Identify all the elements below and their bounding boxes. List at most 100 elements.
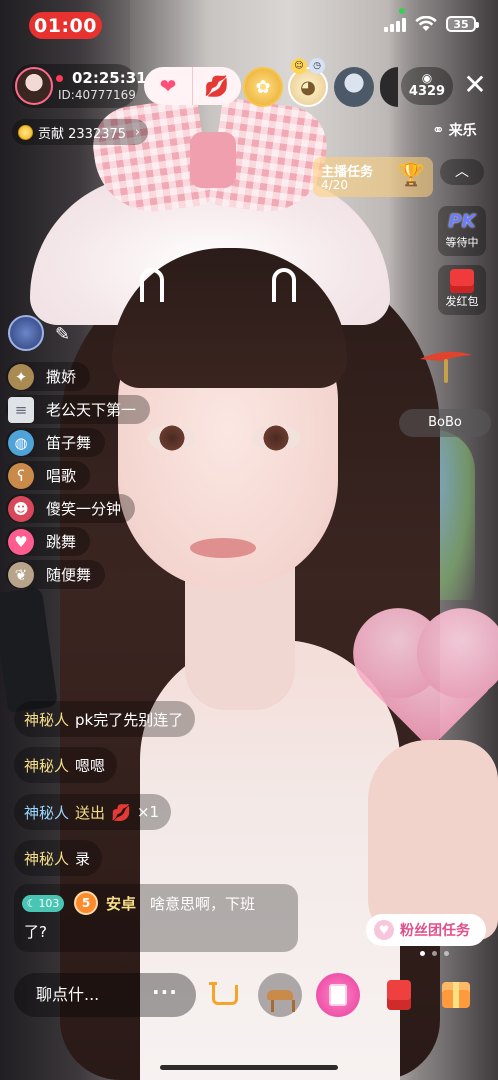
fan-heart-icon: ♥ — [374, 920, 394, 940]
hand — [368, 740, 498, 940]
red-packet-icon — [450, 269, 474, 293]
chevron-up-icon[interactable]: ︿ — [440, 159, 484, 185]
gift-request-label: 傻笑一分钟 — [46, 500, 122, 518]
globe-icon: ◍ — [8, 429, 34, 456]
chat-nick[interactable]: 神秘人 — [24, 802, 69, 823]
red-packet-button[interactable]: 发红包 — [438, 265, 486, 315]
doll-icon: ☻ — [8, 495, 34, 522]
chat-gift-message[interactable]: 神秘人 送出 💋 ×1 — [14, 794, 172, 830]
gift-request-item[interactable]: ❦ 随便舞 — [6, 560, 106, 589]
level-badge: ☾ 103 — [22, 895, 64, 912]
pk-button[interactable]: PK 等待中 — [438, 206, 486, 256]
clock-badge-icon: ◷ — [309, 58, 325, 74]
gift-request-label: 撒娇 — [46, 368, 77, 386]
follow-group: ❤ 💋 — [144, 67, 241, 105]
host-avatar[interactable] — [15, 67, 53, 105]
fan-club-task-button[interactable]: ♥ 粉丝团任务 — [366, 914, 486, 946]
signal-icon — [384, 16, 406, 32]
trophy-icon: 🏆 — [397, 163, 425, 188]
viewer-count-value: 4329 — [408, 84, 446, 99]
cart-icon — [209, 982, 238, 1005]
contribution-pill[interactable]: 贡献 2332375 › — [12, 119, 148, 145]
rank-badge-icon: 5 — [74, 891, 98, 915]
system-icons: 35 — [384, 16, 479, 32]
bobo-button[interactable]: BoBo — [399, 409, 491, 437]
anchor-task-card[interactable]: 主播任务 4/20 🏆 — [313, 157, 433, 197]
more-icon[interactable]: ··· — [152, 973, 177, 1017]
gift-box-icon — [442, 982, 470, 1008]
status-time: 01:00 — [29, 12, 102, 39]
gift-request-item[interactable]: ♥ 跳舞 — [6, 527, 91, 556]
gift-request-label: 老公天下第一 — [46, 401, 137, 419]
gift-request-item[interactable]: ʕ 唱歌 — [6, 461, 91, 490]
task-list-button[interactable] — [316, 973, 360, 1017]
brand-name: 来乐 — [448, 123, 477, 139]
chat-text-continued: 了? — [24, 923, 47, 941]
chat-text: pk完了先别连了 — [75, 710, 184, 729]
chat-text: 嗯嗯 — [75, 756, 106, 775]
sparkle-icon: ✦ — [8, 363, 34, 390]
gift-request-label: 笛子舞 — [46, 434, 92, 452]
stool-button[interactable] — [258, 973, 302, 1017]
cat-ear-right — [272, 268, 296, 302]
chat-message[interactable]: 神秘人 pk完了先别连了 — [14, 701, 196, 737]
brand-icon: ⚭ — [432, 121, 445, 139]
gift-request-item[interactable]: ◍ 笛子舞 — [6, 428, 106, 457]
host-id: ID:40777169 — [58, 88, 136, 102]
heart-icon: ♥ — [8, 528, 34, 555]
contribution-label: 贡献 2332375 — [38, 126, 127, 142]
pk-status: 等待中 — [445, 236, 479, 249]
chat-message-rich[interactable]: ☾ 103 5 安卓 啥意思啊，下班 了? — [14, 884, 298, 952]
moon-icon: ☾ — [26, 897, 37, 910]
red-packet-label: 发红包 — [445, 295, 479, 308]
status-bar: 01:00 35 — [0, 0, 498, 50]
red-envelope-button[interactable] — [377, 973, 421, 1017]
gift-button[interactable] — [434, 973, 478, 1017]
host-info[interactable]: 02:25:31 ID:40777169 — [12, 64, 147, 108]
gift-request-label: 随便舞 — [46, 566, 92, 584]
live-dot-icon — [56, 75, 63, 82]
gift-request-item[interactable]: ☻ 傻笑一分钟 — [6, 494, 136, 523]
coin-icon — [18, 124, 33, 140]
viewer-avatar-3[interactable] — [334, 67, 374, 107]
follow-heart-button[interactable]: ❤ — [144, 67, 192, 105]
edit-pencil-icon[interactable]: ✎ — [55, 324, 70, 345]
close-icon[interactable]: ✕ — [462, 71, 488, 99]
stool-icon — [267, 990, 295, 1012]
chevron-right-icon: › — [134, 124, 140, 140]
red-envelope-icon — [387, 980, 411, 1010]
lips — [190, 538, 256, 558]
chat-nick[interactable]: 安卓 — [106, 893, 136, 914]
viewer-count[interactable]: ◉ 4329 — [401, 67, 453, 105]
gift-request-label: 唱歌 — [46, 467, 77, 485]
chat-nick[interactable]: 神秘人 — [24, 848, 69, 869]
gift-list-avatar[interactable] — [8, 315, 44, 351]
eye-icon: ◉ — [421, 71, 433, 85]
emoji-badge-icon: ☺ — [291, 58, 307, 74]
pk-icon: PK — [448, 211, 476, 232]
shopping-cart-button[interactable] — [203, 973, 247, 1017]
pager-dots — [420, 951, 449, 956]
home-indicator[interactable] — [160, 1065, 338, 1070]
wifi-icon — [415, 16, 437, 31]
viewer-avatar-2[interactable]: ◕ — [288, 67, 328, 107]
viewer-avatar-1[interactable]: ✿ — [243, 67, 283, 107]
bear-icon: ʕ — [8, 462, 34, 489]
lips-icon: 💋 — [111, 802, 131, 822]
chat-message[interactable]: 神秘人 嗯嗯 — [14, 747, 118, 783]
eye-left — [148, 425, 196, 451]
kiss-lips-button[interactable]: 💋 — [192, 67, 240, 105]
chat-text: 录 — [75, 849, 91, 868]
document-icon — [329, 984, 347, 1006]
chat-text: 啥意思啊，下班 — [150, 895, 256, 913]
chat-action: 送出 — [75, 803, 106, 822]
gift-request-label: 跳舞 — [46, 533, 77, 551]
chat-nick[interactable]: 神秘人 — [24, 755, 69, 776]
chat-nick[interactable]: 神秘人 — [24, 709, 69, 730]
live-duration: 02:25:31 — [72, 69, 147, 87]
chat-message[interactable]: 神秘人 录 — [14, 840, 103, 876]
propeller-gift-icon[interactable] — [418, 345, 474, 385]
gift-request-item[interactable]: ≡ 老公天下第一 — [6, 395, 151, 424]
gift-request-item[interactable]: ✦ 撒娇 — [6, 362, 91, 391]
brand-logo: ⚭ 来乐 — [432, 120, 477, 140]
